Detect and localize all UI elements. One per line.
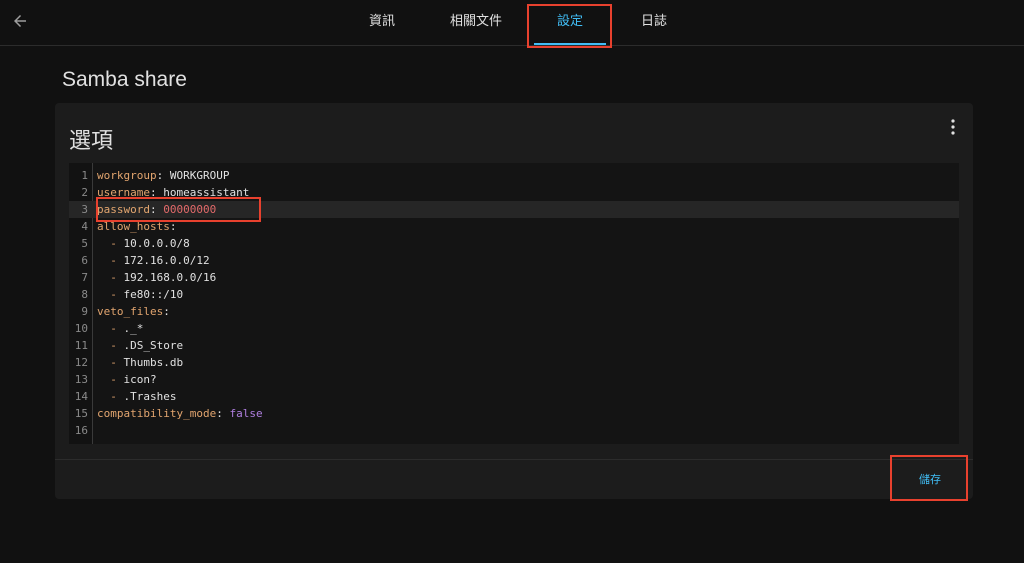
yaml-separator: : — [156, 169, 170, 182]
annotation-box-password-line — [96, 197, 261, 222]
yaml-value: Thumbs.db — [123, 356, 184, 369]
yaml-value: .Trashes — [123, 390, 177, 403]
yaml-list-dash: - — [110, 339, 124, 352]
line-number: 10 — [74, 322, 88, 335]
editor-line[interactable]: 16 — [69, 422, 959, 439]
editor-line[interactable]: 10 - ._* — [69, 320, 959, 337]
line-code: - .DS_Store — [97, 337, 183, 354]
line-number: 15 — [74, 407, 88, 420]
line-code: veto_files: — [97, 303, 170, 320]
line-number: 1 — [81, 169, 88, 182]
editor-line[interactable]: 9 veto_files: — [69, 303, 959, 320]
line-code: - ._* — [97, 320, 143, 337]
line-number: 13 — [74, 373, 88, 386]
line-code: - icon? — [97, 371, 157, 388]
tab-info[interactable]: 資訊 — [362, 0, 402, 45]
yaml-list-dash: - — [110, 373, 124, 386]
dots-vertical-icon — [951, 119, 955, 135]
line-number: 11 — [74, 339, 88, 352]
yaml-value: fe80::/10 — [123, 288, 184, 301]
editor-line[interactable]: 11 - .DS_Store — [69, 337, 959, 354]
line-number: 12 — [74, 356, 88, 369]
yaml-key: veto_files — [97, 305, 164, 318]
yaml-separator: : — [216, 407, 230, 420]
editor-line[interactable]: 12 - Thumbs.db — [69, 354, 959, 371]
page-title: Samba share — [62, 68, 187, 91]
line-number: 5 — [81, 237, 88, 250]
editor-line[interactable]: 6 - 172.16.0.0/12 — [69, 252, 959, 269]
top-app-bar: 資訊 相關文件 設定 日誌 — [0, 0, 1024, 46]
yaml-list-dash: - — [110, 271, 124, 284]
line-number: 7 — [81, 271, 88, 284]
line-code: - 192.168.0.0/16 — [97, 269, 216, 286]
card-actions-divider — [55, 459, 973, 460]
editor-line[interactable]: 15 compatibility_mode: false — [69, 405, 959, 422]
yaml-list-dash: - — [110, 288, 124, 301]
line-number: 3 — [81, 203, 88, 216]
card-title: 選項 — [69, 128, 114, 153]
arrow-left-icon — [14, 15, 26, 27]
yaml-list-dash: - — [110, 254, 124, 267]
yaml-key: compatibility_mode — [97, 407, 217, 420]
annotation-box-settings-tab — [527, 4, 612, 48]
line-number: 6 — [81, 254, 88, 267]
editor-line[interactable]: 1 workgroup: WORKGROUP — [69, 167, 959, 184]
yaml-separator: : — [163, 305, 170, 318]
yaml-value: false — [229, 407, 263, 420]
yaml-value: ._* — [123, 322, 144, 335]
line-code: compatibility_mode: false — [97, 405, 263, 422]
line-code: - Thumbs.db — [97, 354, 183, 371]
yaml-value: icon? — [123, 373, 157, 386]
options-card: 選項 1 workgroup: WORKGROUP 2 username: homea… — [55, 103, 973, 499]
editor-line[interactable]: 14 - .Trashes — [69, 388, 959, 405]
yaml-list-dash: - — [110, 356, 124, 369]
line-number: 14 — [74, 390, 88, 403]
yaml-value: 172.16.0.0/12 — [123, 254, 210, 267]
back-button[interactable] — [8, 9, 32, 33]
line-code: workgroup: WORKGROUP — [97, 167, 229, 184]
editor-line[interactable]: 13 - icon? — [69, 371, 959, 388]
line-number: 9 — [81, 305, 88, 318]
yaml-value: 10.0.0.0/8 — [123, 237, 190, 250]
yaml-list-dash: - — [110, 322, 124, 335]
yaml-list-dash: - — [110, 390, 124, 403]
tab-logs[interactable]: 日誌 — [634, 0, 674, 45]
line-number: 16 — [74, 424, 88, 437]
yaml-value: WORKGROUP — [169, 169, 230, 182]
yaml-value: 192.168.0.0/16 — [123, 271, 217, 284]
yaml-list-dash: - — [110, 237, 124, 250]
line-code: - .Trashes — [97, 388, 176, 405]
line-code: - 172.16.0.0/12 — [97, 252, 210, 269]
line-code: - fe80::/10 — [97, 286, 183, 303]
editor-line[interactable]: 5 - 10.0.0.0/8 — [69, 235, 959, 252]
line-number: 2 — [81, 186, 88, 199]
editor-line[interactable]: 8 - fe80::/10 — [69, 286, 959, 303]
yaml-key: workgroup — [97, 169, 157, 182]
line-code: - 10.0.0.0/8 — [97, 235, 190, 252]
tab-documentation[interactable]: 相關文件 — [446, 0, 506, 45]
line-number: 4 — [81, 220, 88, 233]
overflow-menu-button[interactable] — [943, 115, 963, 139]
editor-line[interactable]: 7 - 192.168.0.0/16 — [69, 269, 959, 286]
yaml-value: .DS_Store — [123, 339, 184, 352]
line-number: 8 — [81, 288, 88, 301]
annotation-box-save-button — [890, 455, 968, 501]
